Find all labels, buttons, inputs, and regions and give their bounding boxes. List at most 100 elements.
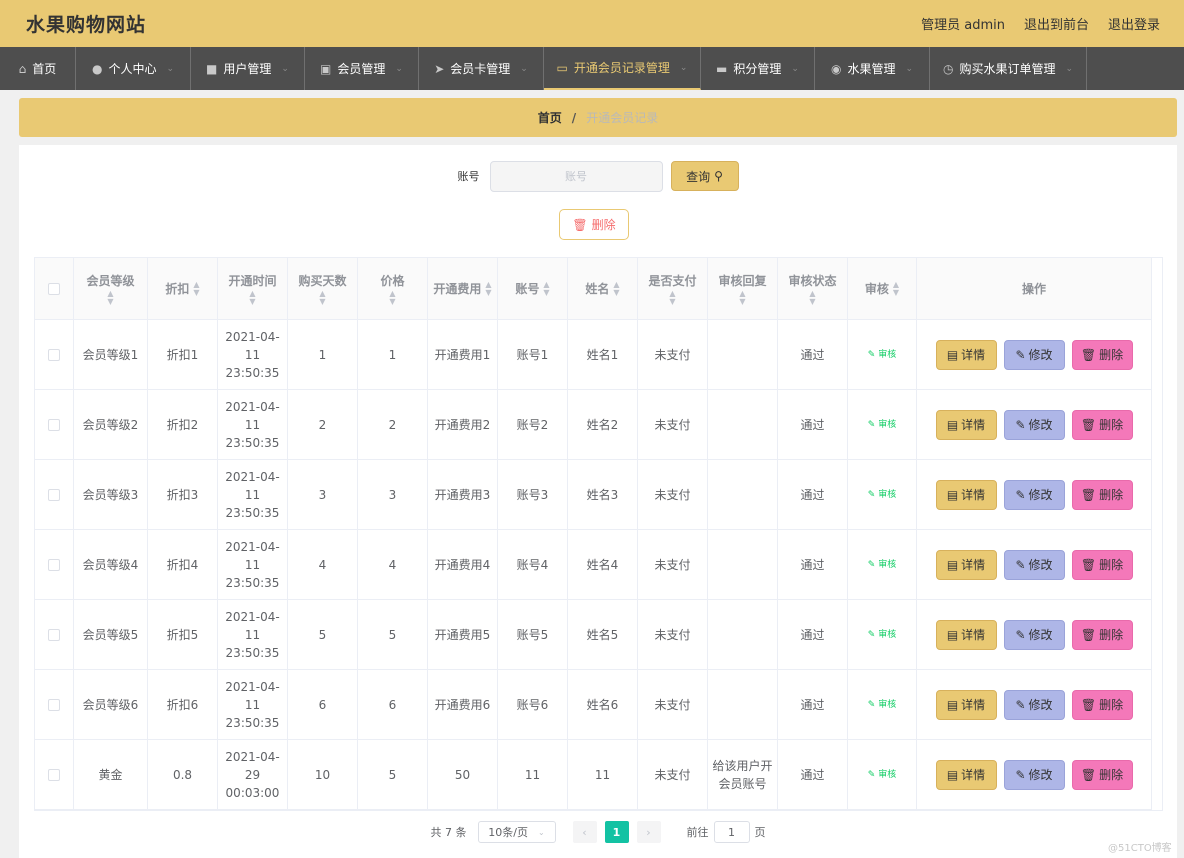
- audit-link-label: 审核: [878, 629, 897, 640]
- cell-fee: 50: [428, 740, 498, 810]
- logout-link[interactable]: 退出登录: [1108, 14, 1160, 33]
- nav-item-label: 会员管理: [337, 62, 386, 76]
- document-icon: ▤: [946, 347, 959, 362]
- nav-item-5[interactable]: ▭ 开通会员记录管理 ⌄: [544, 47, 701, 90]
- prev-page-button[interactable]: ‹: [572, 821, 597, 843]
- detail-button-label: 详情: [961, 697, 986, 712]
- nav-item-6[interactable]: ▬ 积分管理 ⌄: [701, 47, 815, 90]
- detail-button[interactable]: ▤ 详情: [935, 479, 997, 510]
- edit-icon: ✎: [867, 419, 876, 430]
- column-header[interactable]: 审核 ▲ ▼: [848, 258, 917, 320]
- row-checkbox[interactable]: [48, 768, 60, 781]
- edit-button[interactable]: ✎ 修改: [1003, 549, 1065, 580]
- sort-icon[interactable]: ▲ ▼: [249, 289, 255, 306]
- page-size-select[interactable]: 10条/页 ⌄: [477, 821, 556, 843]
- next-page-button[interactable]: ›: [636, 821, 661, 843]
- row-checkbox[interactable]: [48, 628, 60, 641]
- row-checkbox[interactable]: [48, 698, 60, 711]
- cell-time: 2021-04-11 23:50:35: [218, 670, 288, 740]
- nav-item-4[interactable]: ➤ 会员卡管理 ⌄: [419, 47, 544, 90]
- column-header[interactable]: 审核回复 ▲ ▼: [708, 258, 778, 320]
- sort-icon[interactable]: ▲ ▼: [193, 280, 199, 297]
- audit-link[interactable]: ✎ 审核: [868, 416, 896, 434]
- audit-link[interactable]: ✎ 审核: [868, 766, 896, 784]
- edit-button-label: 修改: [1028, 417, 1053, 432]
- column-header[interactable]: 姓名 ▲ ▼: [568, 258, 638, 320]
- cell-price: 6: [358, 670, 428, 740]
- column-header[interactable]: 折扣 ▲ ▼: [148, 258, 218, 320]
- audit-link[interactable]: ✎ 审核: [868, 626, 896, 644]
- goto-page-input[interactable]: [713, 821, 750, 843]
- edit-button[interactable]: ✎ 修改: [1003, 619, 1065, 650]
- nav-item-7[interactable]: ◉ 水果管理 ⌄: [815, 47, 930, 90]
- nav-item-2[interactable]: ■ 用户管理 ⌄: [191, 47, 305, 90]
- nav-item-8[interactable]: ◷ 购买水果订单管理 ⌄: [930, 47, 1087, 90]
- select-all-checkbox[interactable]: [48, 282, 60, 295]
- delete-button[interactable]: 🗑 删除: [1071, 619, 1133, 650]
- sort-icon[interactable]: ▲ ▼: [543, 280, 549, 297]
- cell-audit: ✎ 审核: [848, 530, 917, 600]
- breadcrumb-home[interactable]: 首页: [538, 109, 562, 126]
- detail-button[interactable]: ▤ 详情: [935, 409, 997, 440]
- delete-button[interactable]: 🗑 删除: [1071, 549, 1133, 580]
- delete-button[interactable]: 🗑 删除: [1071, 409, 1133, 440]
- nav-item-3[interactable]: ▣ 会员管理 ⌄: [305, 47, 419, 90]
- column-header[interactable]: 是否支付 ▲ ▼: [638, 258, 708, 320]
- sort-icon[interactable]: ▲ ▼: [613, 280, 619, 297]
- account-search-input[interactable]: [489, 160, 663, 192]
- edit-button[interactable]: ✎ 修改: [1003, 409, 1065, 440]
- column-header[interactable]: 开通时间 ▲ ▼: [218, 258, 288, 320]
- search-label: 账号: [457, 170, 480, 183]
- detail-button[interactable]: ▤ 详情: [935, 689, 997, 720]
- page-number-button[interactable]: 1: [604, 821, 629, 843]
- sort-icon[interactable]: ▲ ▼: [389, 289, 395, 306]
- column-header[interactable]: 购买天数 ▲ ▼: [288, 258, 358, 320]
- row-checkbox[interactable]: [48, 488, 60, 501]
- query-button[interactable]: 查询 ⚲: [670, 161, 739, 191]
- row-checkbox[interactable]: [48, 418, 60, 431]
- nav-item-0[interactable]: ⌂ 首页: [0, 47, 76, 90]
- edit-button[interactable]: ✎ 修改: [1003, 759, 1065, 790]
- delete-button[interactable]: 🗑 删除: [1071, 339, 1133, 370]
- edit-button[interactable]: ✎ 修改: [1003, 689, 1065, 720]
- sort-icon[interactable]: ▲ ▼: [893, 280, 899, 297]
- column-header[interactable]: 价格 ▲ ▼: [358, 258, 428, 320]
- audit-link[interactable]: ✎ 审核: [868, 696, 896, 714]
- column-header[interactable]: 审核状态 ▲ ▼: [778, 258, 848, 320]
- column-header[interactable]: 账号 ▲ ▼: [498, 258, 568, 320]
- cell-actions: ▤ 详情 ✎ 修改 🗑 删除: [917, 390, 1152, 460]
- exit-to-frontend-link[interactable]: 退出到前台: [1024, 14, 1089, 33]
- admin-user-link[interactable]: 管理员 admin: [921, 14, 1005, 33]
- sort-icon[interactable]: ▲ ▼: [669, 289, 675, 306]
- delete-button[interactable]: 🗑 删除: [1071, 479, 1133, 510]
- audit-link[interactable]: ✎ 审核: [868, 556, 896, 574]
- audit-link-label: 审核: [878, 699, 897, 710]
- audit-link[interactable]: ✎ 审核: [868, 486, 896, 504]
- row-select-cell: [35, 740, 74, 810]
- row-select-cell: [35, 670, 74, 740]
- cell-actions: ▤ 详情 ✎ 修改 🗑 删除: [917, 460, 1152, 530]
- detail-button[interactable]: ▤ 详情: [935, 759, 997, 790]
- audit-link[interactable]: ✎ 审核: [868, 346, 896, 364]
- detail-button[interactable]: ▤ 详情: [935, 619, 997, 650]
- nav-item-1[interactable]: ● 个人中心 ⌄: [76, 47, 191, 90]
- cell-price: 3: [358, 460, 428, 530]
- detail-button[interactable]: ▤ 详情: [935, 339, 997, 370]
- sort-icon[interactable]: ▲ ▼: [809, 289, 815, 306]
- edit-button[interactable]: ✎ 修改: [1003, 339, 1065, 370]
- row-checkbox[interactable]: [48, 348, 60, 361]
- edit-button[interactable]: ✎ 修改: [1003, 479, 1065, 510]
- sort-icon[interactable]: ▲ ▼: [107, 289, 113, 306]
- delete-button[interactable]: 🗑 删除: [1071, 689, 1133, 720]
- detail-button[interactable]: ▤ 详情: [935, 549, 997, 580]
- sort-icon[interactable]: ▲ ▼: [485, 280, 491, 297]
- column-header[interactable]: 会员等级 ▲ ▼: [74, 258, 148, 320]
- delete-button[interactable]: 🗑 删除: [1071, 759, 1133, 790]
- row-checkbox[interactable]: [48, 558, 60, 571]
- page-suffix: 页: [754, 826, 766, 839]
- column-header[interactable]: 开通费用 ▲ ▼: [428, 258, 498, 320]
- cell-discount: 折扣5: [148, 600, 218, 670]
- sort-icon[interactable]: ▲ ▼: [739, 289, 745, 306]
- batch-delete-button[interactable]: 🗑 删除: [559, 209, 629, 240]
- sort-icon[interactable]: ▲ ▼: [319, 289, 325, 306]
